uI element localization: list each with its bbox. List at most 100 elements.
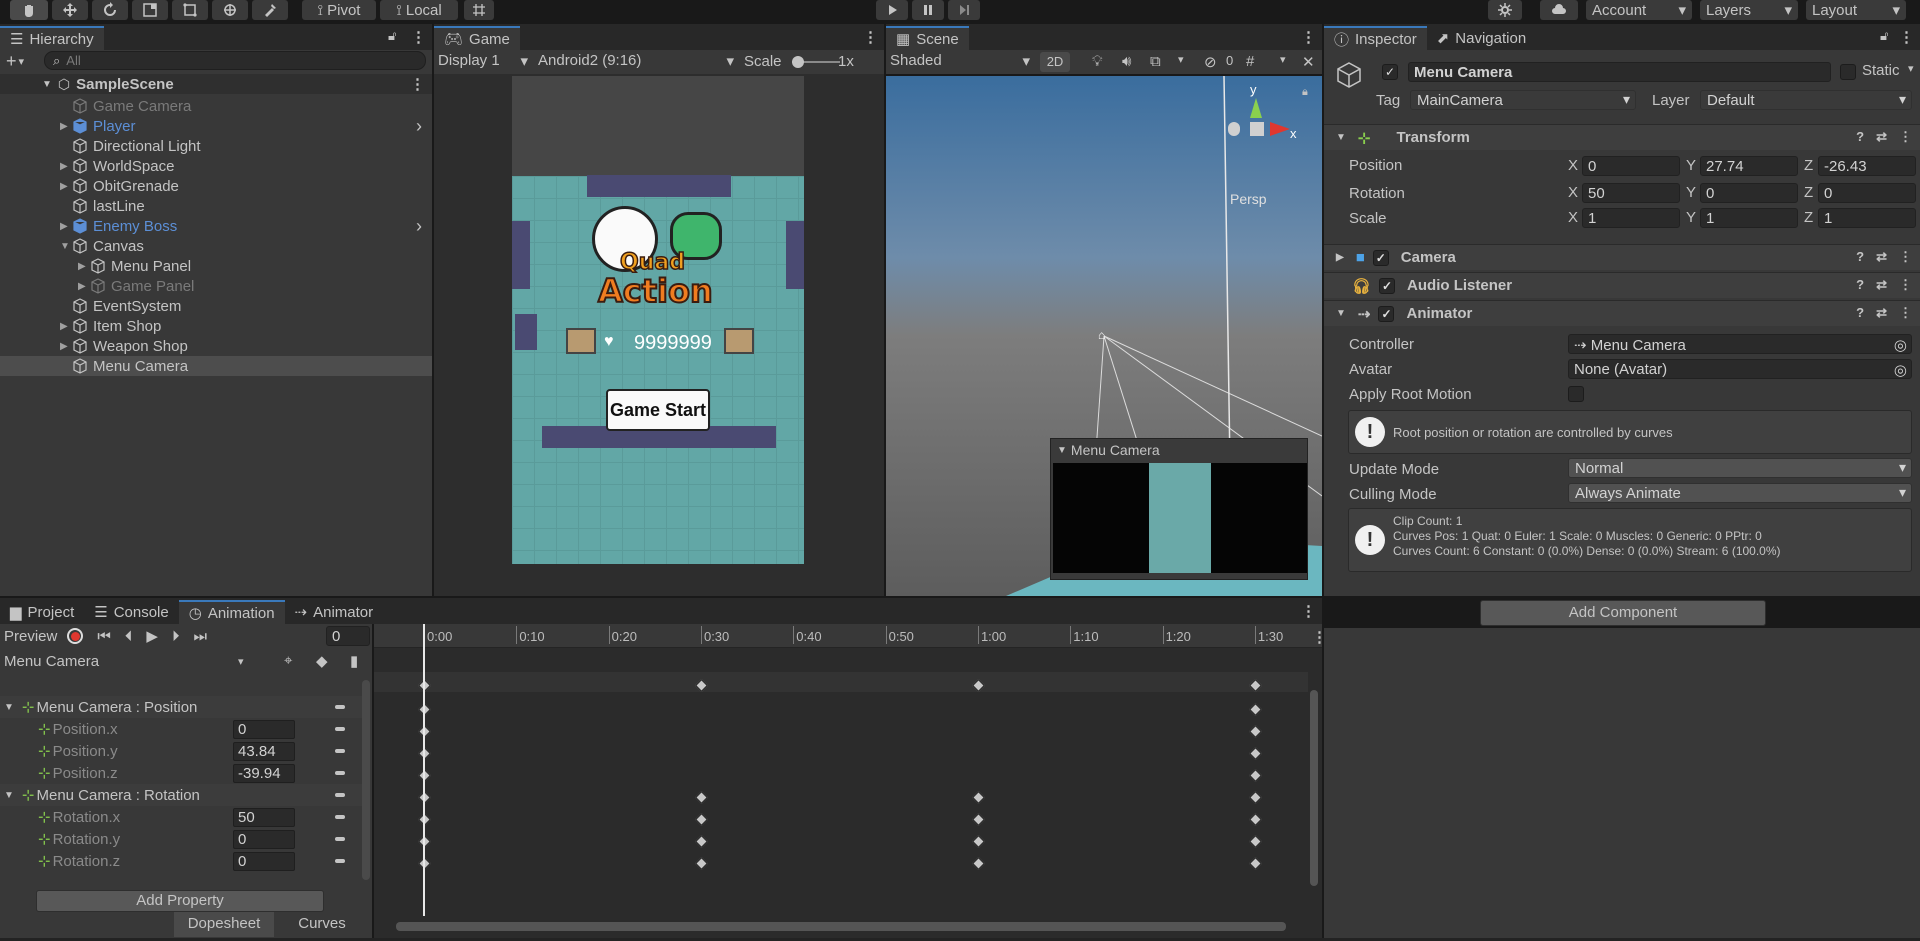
dropdown-arrow-icon[interactable]: ▾	[1178, 53, 1184, 66]
more-options-icon[interactable]: ⋮	[1899, 129, 1912, 145]
animator-header[interactable]: ▼ ⇢ ✓ Animator ? ⇄ ⋮	[1324, 300, 1920, 326]
more-options-icon[interactable]: ⋮	[1301, 602, 1316, 620]
scale-y-field[interactable]: 1	[1700, 208, 1798, 228]
rotation-x-field[interactable]: 50	[1582, 183, 1680, 203]
add-property-button[interactable]: Add Property	[36, 890, 324, 912]
move-tool-icon[interactable]	[52, 0, 88, 20]
scene-more-icon[interactable]: ⋮	[410, 75, 425, 93]
more-options-icon[interactable]: ⋮	[411, 28, 426, 46]
animation-group-row[interactable]: ▼ ⊹ Menu Camera : Rotation	[0, 784, 364, 806]
prefab-open-icon[interactable]: ›	[416, 116, 422, 137]
more-options-icon[interactable]: ⋮	[1899, 28, 1914, 46]
add-event-icon[interactable]: ▮	[350, 652, 358, 670]
expand-arrow-icon[interactable]: ▶	[60, 341, 72, 352]
animation-property-row[interactable]: ⊹ Rotation.y 0	[0, 828, 364, 850]
position-x-field[interactable]: 0	[1582, 156, 1680, 176]
remove-property-icon[interactable]	[335, 793, 345, 797]
first-keyframe-icon[interactable]: ⏮	[97, 628, 111, 645]
object-picker-icon[interactable]: ◎	[1894, 336, 1907, 353]
more-options-icon[interactable]: ⋮	[1301, 28, 1316, 46]
object-picker-icon[interactable]: ◎	[1894, 361, 1907, 378]
cloud-icon[interactable]	[1540, 0, 1578, 20]
pause-button[interactable]	[912, 0, 944, 20]
pivot-button[interactable]: ⟟ Pivot	[302, 0, 376, 20]
scale-slider-handle[interactable]	[792, 56, 804, 68]
collapse-arrow-icon[interactable]: ▼	[1057, 445, 1067, 456]
hierarchy-item[interactable]: ▶ Item Shop	[0, 316, 432, 336]
display-dropdown[interactable]: Display 1 ▾	[438, 52, 534, 72]
preset-icon[interactable]: ⇄	[1876, 305, 1887, 321]
account-dropdown[interactable]: Account ▾	[1586, 0, 1692, 20]
tag-dropdown[interactable]: MainCamera	[1410, 90, 1636, 110]
add-component-button[interactable]: Add Component	[1480, 600, 1766, 626]
animation-property-row[interactable]: ⊹ Rotation.z 0	[0, 850, 364, 872]
grid-snap-icon[interactable]: #	[1246, 53, 1254, 70]
effects-icon[interactable]: ⧉	[1150, 53, 1161, 70]
active-checkbox[interactable]: ✓	[1382, 64, 1398, 80]
hierarchy-item[interactable]: lastLine	[0, 196, 432, 216]
tab-project[interactable]: ▆ Project	[0, 600, 84, 624]
hierarchy-item[interactable]: Menu Camera	[0, 356, 432, 376]
custom-tool-icon[interactable]	[252, 0, 288, 20]
properties-scrollbar[interactable]	[362, 680, 370, 880]
remove-property-icon[interactable]	[335, 837, 345, 841]
remove-property-icon[interactable]	[335, 727, 345, 731]
rotate-tool-icon[interactable]	[92, 0, 128, 20]
orientation-gizmo[interactable]: y x	[1226, 82, 1310, 166]
scale-x-field[interactable]: 1	[1582, 208, 1680, 228]
play-animation-icon[interactable]: ▶	[146, 627, 158, 645]
preset-icon[interactable]: ⇄	[1876, 249, 1887, 265]
layers-dropdown[interactable]: Layers ▾	[1700, 0, 1798, 20]
remove-property-icon[interactable]	[335, 705, 345, 709]
tools-icon[interactable]: ✕	[1302, 53, 1315, 71]
expand-arrow-icon[interactable]: ▶	[60, 321, 72, 332]
help-icon[interactable]: ?	[1856, 277, 1864, 293]
animator-enabled-checkbox[interactable]: ✓	[1378, 305, 1395, 322]
static-checkbox[interactable]	[1840, 64, 1856, 80]
hierarchy-item[interactable]: EventSystem	[0, 296, 432, 316]
resolution-dropdown[interactable]: Android2 (9:16) ▾	[538, 52, 738, 72]
remove-property-icon[interactable]	[335, 771, 345, 775]
culling-mode-dropdown[interactable]: Always Animate	[1568, 483, 1912, 503]
animation-property-row[interactable]: ⊹ Position.y 43.84	[0, 740, 364, 762]
lighting-icon[interactable]: 💡︎	[1092, 53, 1103, 70]
2d-toggle[interactable]: 2D	[1040, 52, 1070, 72]
help-icon[interactable]: ?	[1856, 249, 1864, 265]
hierarchy-item[interactable]: Game Camera	[0, 96, 432, 116]
tab-console[interactable]: ☰ Console	[84, 600, 179, 624]
hierarchy-item[interactable]: ▶ Weapon Shop	[0, 336, 432, 356]
animation-property-row[interactable]: ⊹ Position.x 0	[0, 718, 364, 740]
hierarchy-item[interactable]: ▼ Canvas	[0, 236, 432, 256]
last-keyframe-icon[interactable]: ⏭	[193, 628, 207, 645]
avatar-field[interactable]: None (Avatar) ◎	[1568, 359, 1912, 379]
object-name-field[interactable]: Menu Camera	[1408, 62, 1831, 82]
expand-arrow-icon[interactable]: ▶	[60, 121, 72, 132]
property-value-field[interactable]: 43.84	[233, 742, 295, 761]
expand-arrow-icon[interactable]: ▶	[60, 221, 72, 232]
scene-viewport[interactable]: ⌂ y x 🔒︎ Persp ▼ Menu Camera	[886, 76, 1322, 596]
property-value-field[interactable]: -39.94	[233, 764, 295, 783]
expand-arrow-icon[interactable]: ▶	[60, 161, 72, 172]
dopesheet-horizontal-scrollbar[interactable]	[396, 922, 1286, 931]
expand-arrow-icon[interactable]: ▶	[78, 281, 90, 292]
next-keyframe-icon[interactable]: ⏵	[172, 628, 180, 645]
property-value-field[interactable]: 0	[233, 720, 295, 739]
camera-gizmo-icon[interactable]: ⌂	[1098, 328, 1105, 342]
lock-icon[interactable]: 🔒︎	[1302, 86, 1308, 99]
game-start-button[interactable]: Game Start	[606, 389, 710, 431]
position-y-field[interactable]: 27.74	[1700, 156, 1798, 176]
hierarchy-item[interactable]: ▶ Enemy Boss ›	[0, 216, 432, 236]
animation-property-row[interactable]: ⊹ Rotation.x 50	[0, 806, 364, 828]
camera-enabled-checkbox[interactable]: ✓	[1372, 249, 1389, 266]
audio-enabled-checkbox[interactable]: ✓	[1379, 277, 1396, 294]
dopesheet-vertical-scrollbar[interactable]	[1310, 690, 1318, 886]
preset-icon[interactable]: ⇄	[1876, 277, 1887, 293]
create-button[interactable]: + ▾	[6, 51, 34, 71]
hierarchy-item[interactable]: ▶ Game Panel	[0, 276, 432, 296]
help-icon[interactable]: ?	[1856, 305, 1864, 321]
lock-icon[interactable]: 🔓︎	[388, 28, 396, 44]
shading-dropdown[interactable]: Shaded ▾	[890, 52, 1036, 72]
transform-header[interactable]: ▼ ⊹ Transform ? ⇄ ⋮	[1324, 124, 1920, 150]
hierarchy-item[interactable]: ▶ Menu Panel	[0, 256, 432, 276]
local-button[interactable]: ⟟ Local	[380, 0, 458, 20]
